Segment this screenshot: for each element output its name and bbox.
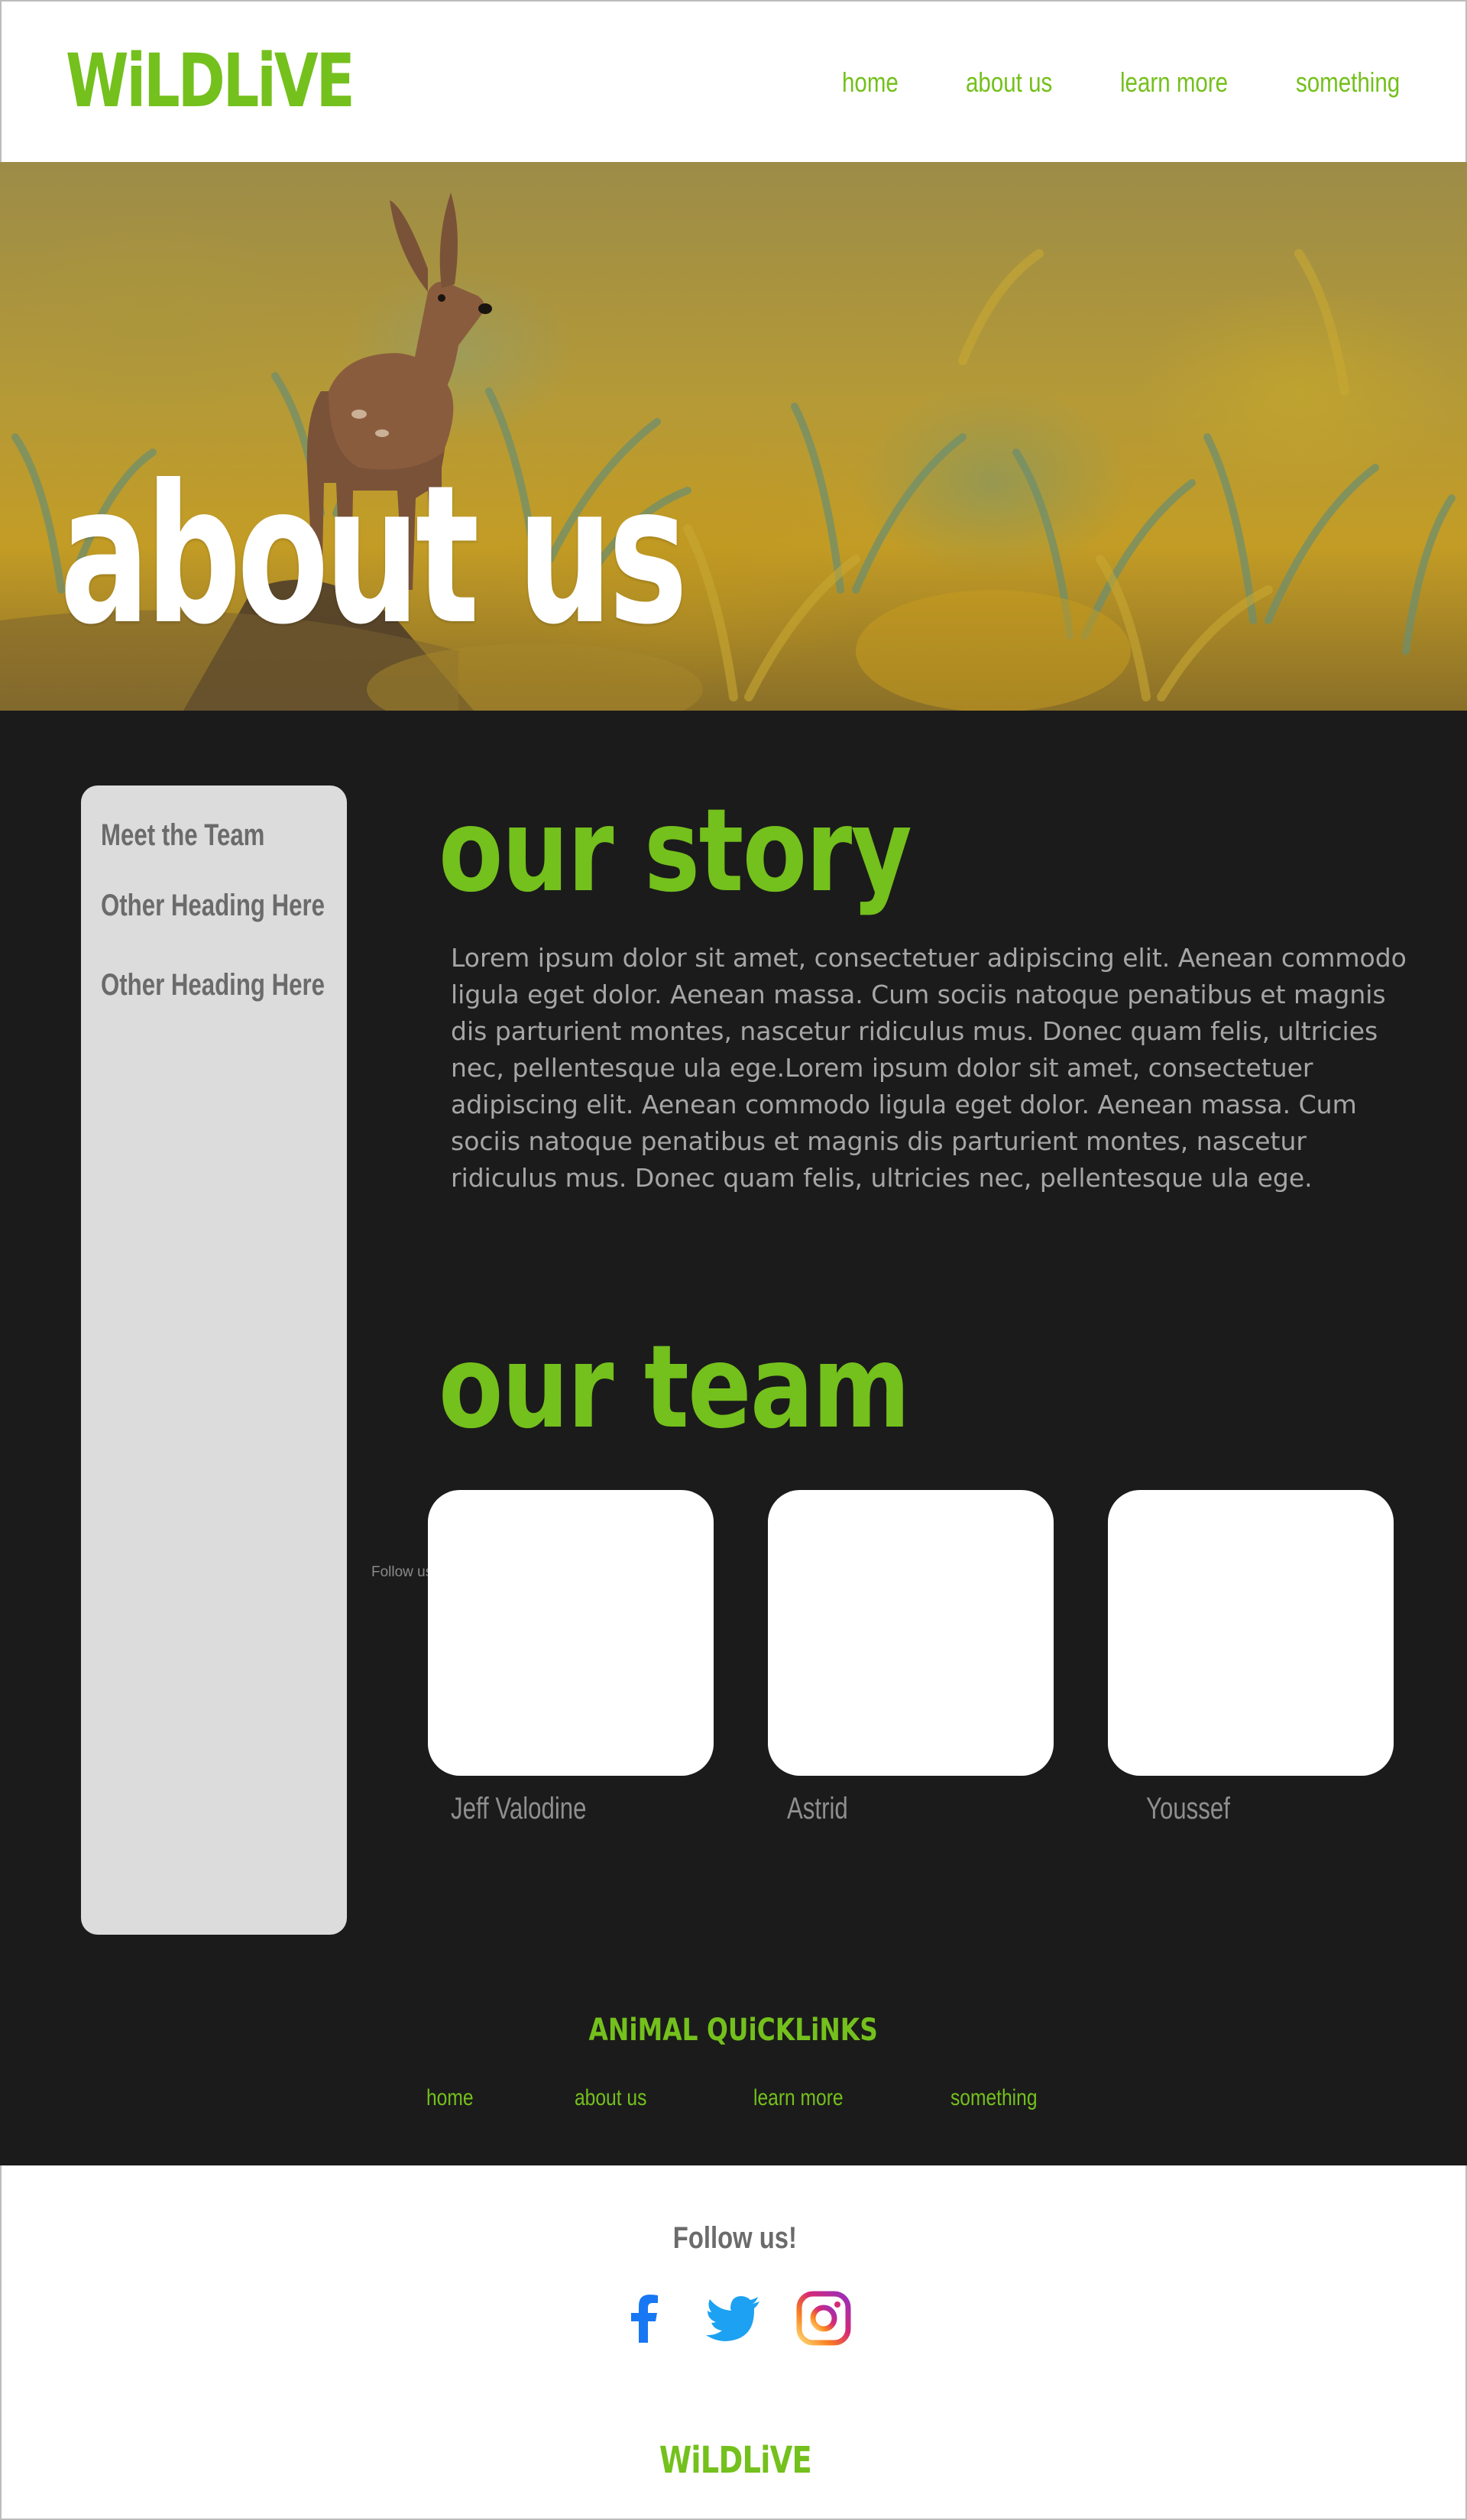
our-team-heading: our team [439,1321,910,1454]
our-story-text: Lorem ipsum dolor sit amet, consectetuer… [451,943,1407,1193]
main-content: Meet the Team Other Heading Here Other H… [0,711,1467,2165]
instagram-icon[interactable] [793,2288,854,2349]
animal-quicklinks-title: ANiMAL QUiCKLiNKS [588,2013,879,2048]
team-member-name: Youssef [1146,1792,1230,1825]
team-member-name: Astrid [787,1792,848,1825]
page-title: about us [60,444,688,666]
facebook-icon[interactable] [614,2288,675,2349]
follow-us-heading: Follow us! [672,2221,798,2255]
site-header: WiLDLiVE home about us learn more someth… [0,0,1467,162]
nav-link-home[interactable]: home [842,61,899,104]
twitter-icon[interactable] [703,2288,764,2349]
sidebar-item-meet-the-team[interactable]: Meet the Team [101,816,264,854]
team-member-photo[interactable] [428,1490,714,1776]
site-logo[interactable]: WiLDLiVE [66,41,355,121]
our-story-heading: our story [439,785,912,918]
team-member-name: Jeff Valodine [451,1792,587,1825]
nav-link-something[interactable]: something [1296,61,1400,104]
hero-banner: about us [0,162,1467,711]
nav-link-learn-more[interactable]: learn more [1120,61,1228,104]
nav-link-about-us[interactable]: about us [966,61,1052,104]
sidebar: Meet the Team Other Heading Here Other H… [81,785,347,1935]
team-member-photo[interactable] [1108,1490,1394,1776]
footer-logo[interactable]: WiLDLiVE [2,2439,1467,2482]
quicklink-learn-more[interactable]: learn more [753,2083,844,2113]
team-member-photo[interactable] [768,1490,1054,1776]
sidebar-item-other-heading-1[interactable]: Other Heading Here [101,886,325,925]
follow-us-small-text: Follow us! [371,1564,437,1580]
quicklink-about-us[interactable]: about us [575,2083,646,2113]
quicklink-something[interactable]: something [950,2083,1038,2113]
sidebar-item-other-heading-2[interactable]: Other Heading Here [101,966,325,1004]
quicklink-home[interactable]: home [426,2083,474,2113]
site-footer: Follow us! WiLDLiVE [0,2165,1467,2520]
